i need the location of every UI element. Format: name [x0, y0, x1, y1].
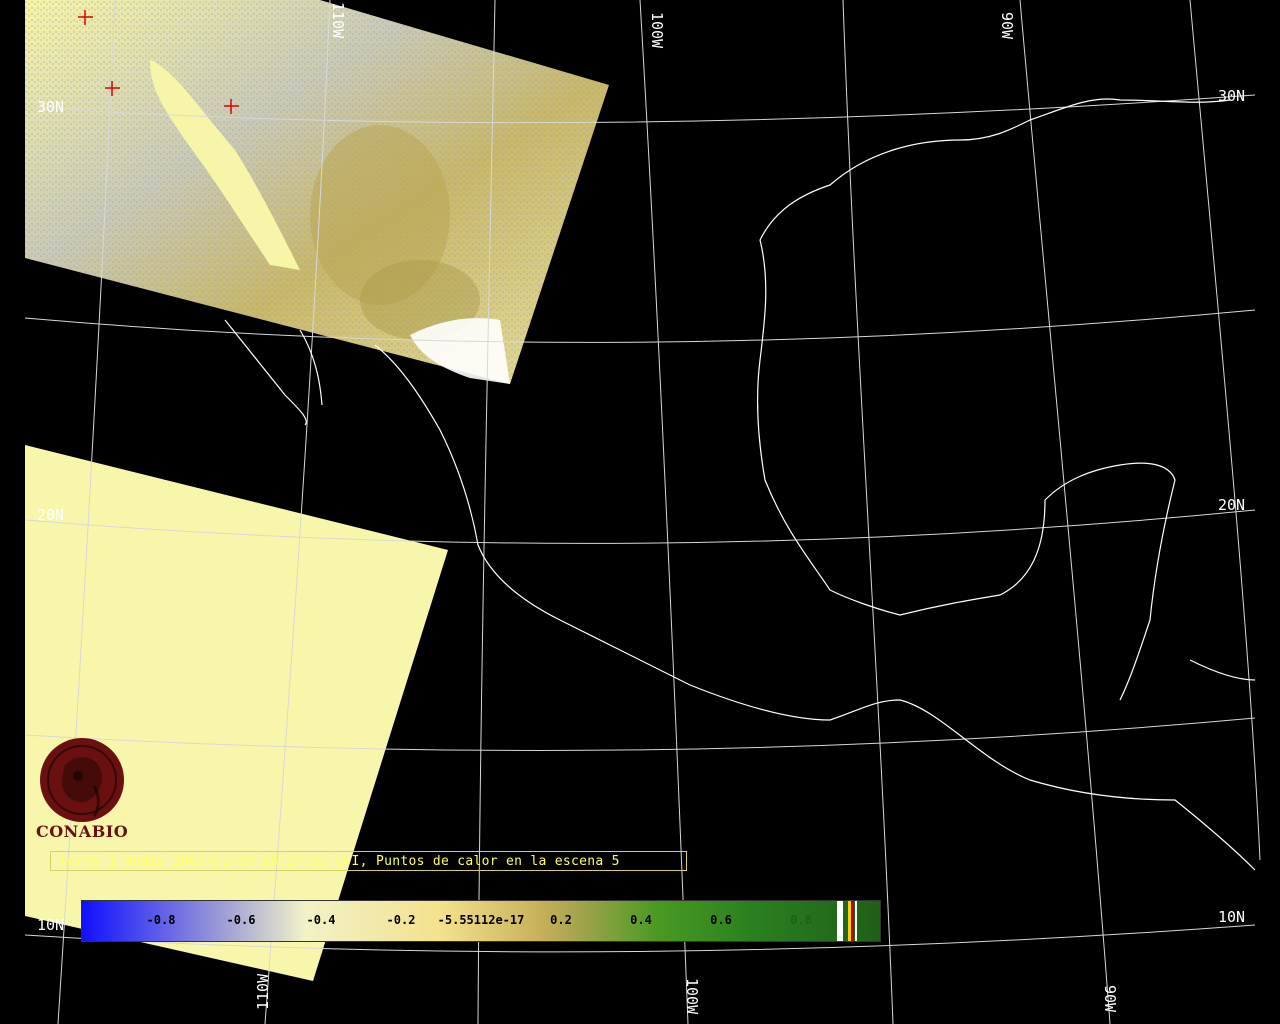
evi-colorbar: -0.8 -0.6 -0.4 -0.2 -5.55112e-17 0.2 0.4… [81, 900, 881, 942]
colorbar-tick: 0.4 [630, 913, 652, 927]
colorbar-tick: -0.8 [146, 913, 176, 927]
label-lat-10n-right: 10N [1218, 908, 1245, 926]
colorbar-tick: -0.2 [386, 913, 416, 927]
colorbar-tick: 0.8 [790, 913, 812, 927]
colorbar-tick: 0.6 [710, 913, 732, 927]
colorbar-red-marker [851, 901, 854, 941]
colorbar-tick: -5.55112e-17 [437, 913, 525, 927]
colorbar-white-marker [837, 901, 843, 941]
label-lon-100w-bottom: 100W [683, 978, 701, 1015]
label-lat-10n-left: 10N [37, 916, 64, 934]
label-lon-110w-bottom: 110W [254, 973, 272, 1010]
colorbar-tick: -0.4 [306, 913, 336, 927]
conabio-logo-text: CONABIO [36, 822, 129, 841]
scene-caption: terra-1 modis 2007/01/08 18:27:21 EVI, P… [50, 851, 687, 871]
colorbar-tick: 0.2 [550, 913, 572, 927]
label-lon-110w-top: 110W [329, 2, 347, 39]
label-lon-90w-top: 90W [998, 12, 1016, 40]
label-lat-20n-right: 20N [1218, 496, 1245, 514]
colorbar-tick: -0.6 [226, 913, 256, 927]
label-lat-30n-right: 30N [1218, 87, 1245, 105]
label-lon-100w-top: 100W [648, 12, 666, 49]
label-lat-20n-left: 20N [37, 506, 64, 524]
colorbar-white-marker [855, 901, 857, 941]
label-lon-90w-bottom: 90W [1101, 985, 1119, 1013]
label-lat-30n-left: 30N [37, 98, 64, 116]
